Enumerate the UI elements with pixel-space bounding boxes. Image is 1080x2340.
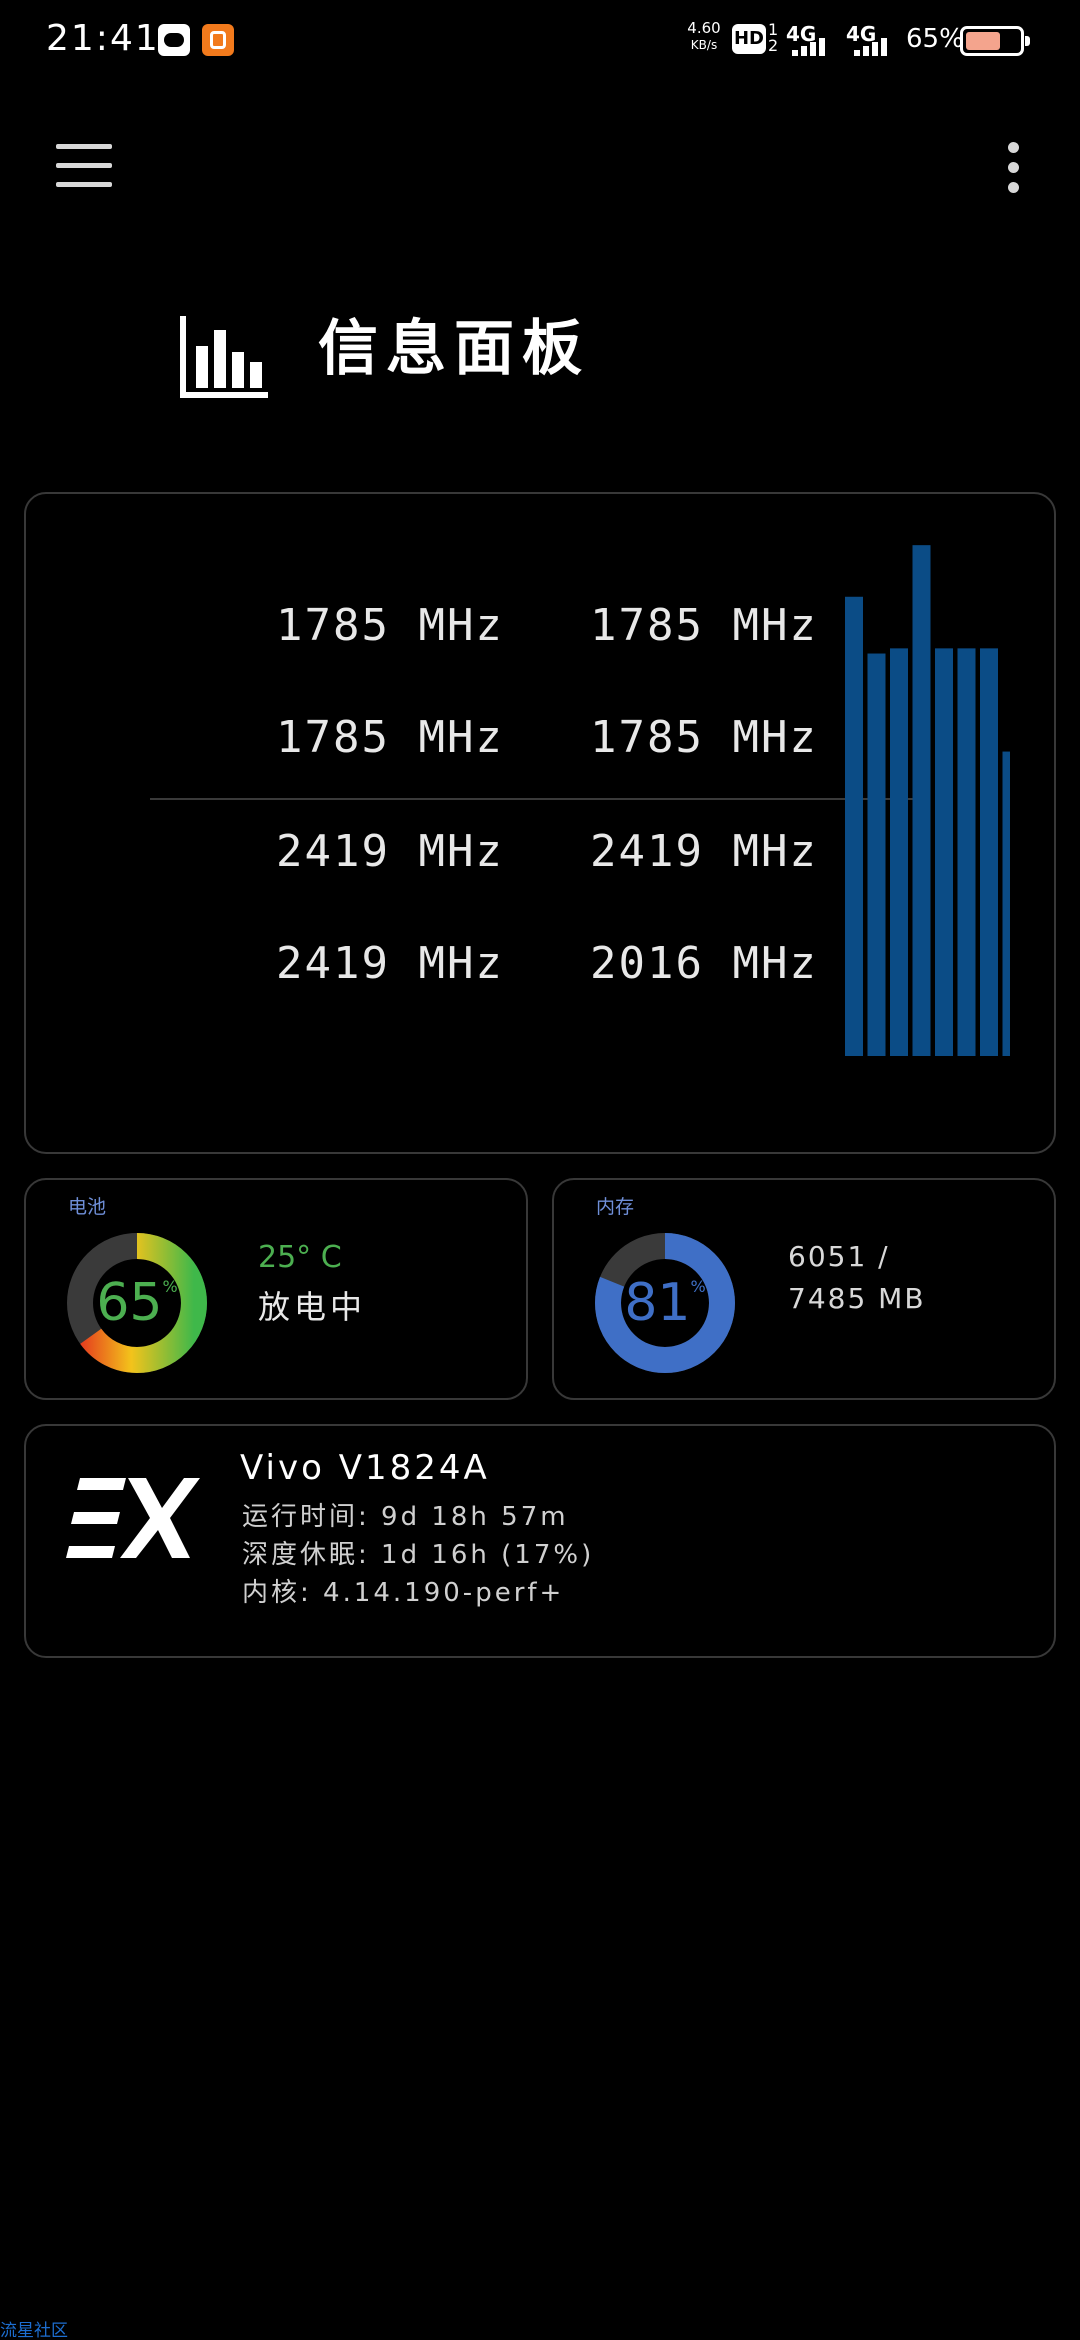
memory-total: 7485 MB bbox=[788, 1282, 926, 1315]
hamburger-menu-icon[interactable] bbox=[56, 144, 112, 188]
cpu-core-7-frequency: 2016 MHz bbox=[590, 938, 818, 989]
device-kernel: 内核: 4.14.190-perf+ bbox=[242, 1578, 565, 1608]
cpu-core-0-frequency: 1785 MHz bbox=[276, 600, 504, 651]
cpu-divider bbox=[150, 798, 930, 800]
memory-label: 内存 bbox=[596, 1196, 635, 1218]
cpu-core-1-frequency: 1785 MHz bbox=[590, 600, 818, 651]
battery-percent-value: 65 bbox=[96, 1273, 163, 1333]
battery-level-fill bbox=[966, 32, 1000, 50]
notification-kuaishou-icon bbox=[202, 24, 234, 56]
status-time: 21:41 bbox=[46, 18, 160, 59]
battery-percent: 65% bbox=[906, 24, 964, 54]
ex-kernel-manager-logo-icon bbox=[66, 1478, 200, 1558]
cpu-load-bar-6 bbox=[980, 648, 998, 1056]
battery-label: 电池 bbox=[68, 1196, 107, 1218]
screen: 21:41 4.60 KB/s HD 1 2 4G 4G 65% 信息面板 17… bbox=[0, 0, 1080, 2340]
cpu-load-bar-2 bbox=[890, 648, 908, 1056]
memory-percent-value: 81 bbox=[624, 1273, 691, 1333]
page-title: 信息面板 bbox=[318, 314, 590, 384]
notification-app-icon bbox=[158, 24, 190, 56]
cpu-load-bar-1 bbox=[867, 653, 886, 1056]
battery-status: 放电中 bbox=[258, 1288, 367, 1326]
device-uptime: 运行时间: 9d 18h 57m bbox=[242, 1502, 569, 1532]
sim-slots: 1 2 bbox=[768, 20, 779, 55]
cpu-load-bar-7 bbox=[1002, 751, 1010, 1056]
hd-voice-icon: HD bbox=[732, 24, 766, 54]
network-speed-unit: KB/s bbox=[690, 38, 718, 52]
device-name: Vivo V1824A bbox=[240, 1448, 490, 1488]
cpu-load-bar-0 bbox=[845, 596, 863, 1056]
network-speed-value: 4.60 bbox=[687, 19, 721, 37]
cpu-core-5-frequency: 2419 MHz bbox=[590, 826, 818, 877]
watermark-text: 流星社区 bbox=[0, 2321, 68, 2340]
cpu-load-chart bbox=[845, 545, 1010, 1056]
bar-chart-icon bbox=[180, 316, 268, 398]
memory-ring-value: 81% bbox=[592, 1230, 738, 1376]
battery-temperature: 25° C bbox=[258, 1240, 342, 1275]
cpu-load-bar-4 bbox=[935, 648, 953, 1056]
cpu-core-4-frequency: 2419 MHz bbox=[276, 826, 504, 877]
battery-ring-value: 65% bbox=[64, 1230, 210, 1376]
status-bar: 21:41 4.60 KB/s HD 1 2 4G 4G 65% bbox=[0, 0, 1080, 80]
network-speed: 4.60 KB/s bbox=[682, 20, 726, 54]
cpu-core-6-frequency: 2419 MHz bbox=[276, 938, 504, 989]
cpu-load-bar-3 bbox=[912, 545, 931, 1056]
more-vertical-icon[interactable] bbox=[1000, 140, 1028, 196]
cpu-core-2-frequency: 1785 MHz bbox=[276, 712, 504, 763]
memory-used: 6051 / bbox=[788, 1240, 890, 1273]
cpu-core-3-frequency: 1785 MHz bbox=[590, 712, 818, 763]
memory-percent-sign: % bbox=[690, 1277, 706, 1296]
battery-icon bbox=[960, 26, 1030, 56]
battery-percent-sign: % bbox=[162, 1277, 178, 1296]
cpu-load-bar-5 bbox=[957, 648, 976, 1056]
device-deep-sleep: 深度休眠: 1d 16h (17%) bbox=[242, 1540, 595, 1570]
